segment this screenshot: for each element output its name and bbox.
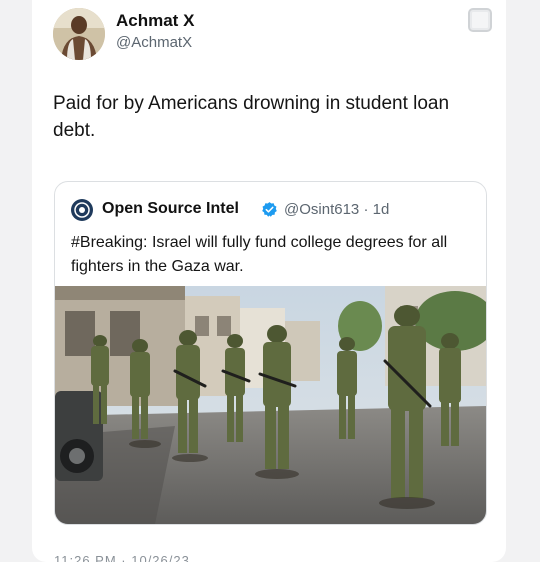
- meta-separator: ·: [363, 201, 373, 218]
- tweet-card[interactable]: Achmat X @AchmatX Paid for by Americans …: [32, 0, 506, 562]
- checkbox-icon[interactable]: [468, 8, 492, 32]
- page: Achmat X @AchmatX Paid for by Americans …: [0, 0, 540, 562]
- author-avatar[interactable]: [53, 8, 105, 60]
- quoted-tweet[interactable]: Open Source Intel @Osint613 · 1d #Breaki…: [54, 181, 487, 525]
- quoted-tweet-photo[interactable]: [55, 286, 486, 524]
- author-name[interactable]: Achmat X: [116, 11, 194, 31]
- quoted-author-meta[interactable]: @Osint613 · 1d: [284, 201, 389, 218]
- quoted-tweet-age[interactable]: 1d: [373, 201, 390, 218]
- osint-logo-icon[interactable]: [71, 199, 93, 221]
- quoted-author-handle[interactable]: @Osint613: [284, 201, 359, 218]
- quoted-author-name[interactable]: Open Source Intel: [102, 200, 239, 218]
- tweet-text: Paid for by Americans drowning in studen…: [53, 93, 450, 141]
- quoted-tweet-text: #Breaking: Israel will fully fund colleg…: [71, 234, 448, 275]
- verified-badge-icon: [262, 202, 277, 217]
- author-handle[interactable]: @AchmatX: [116, 34, 192, 51]
- tweet-timestamp[interactable]: 11:26 PM · 10/26/23: [54, 553, 190, 562]
